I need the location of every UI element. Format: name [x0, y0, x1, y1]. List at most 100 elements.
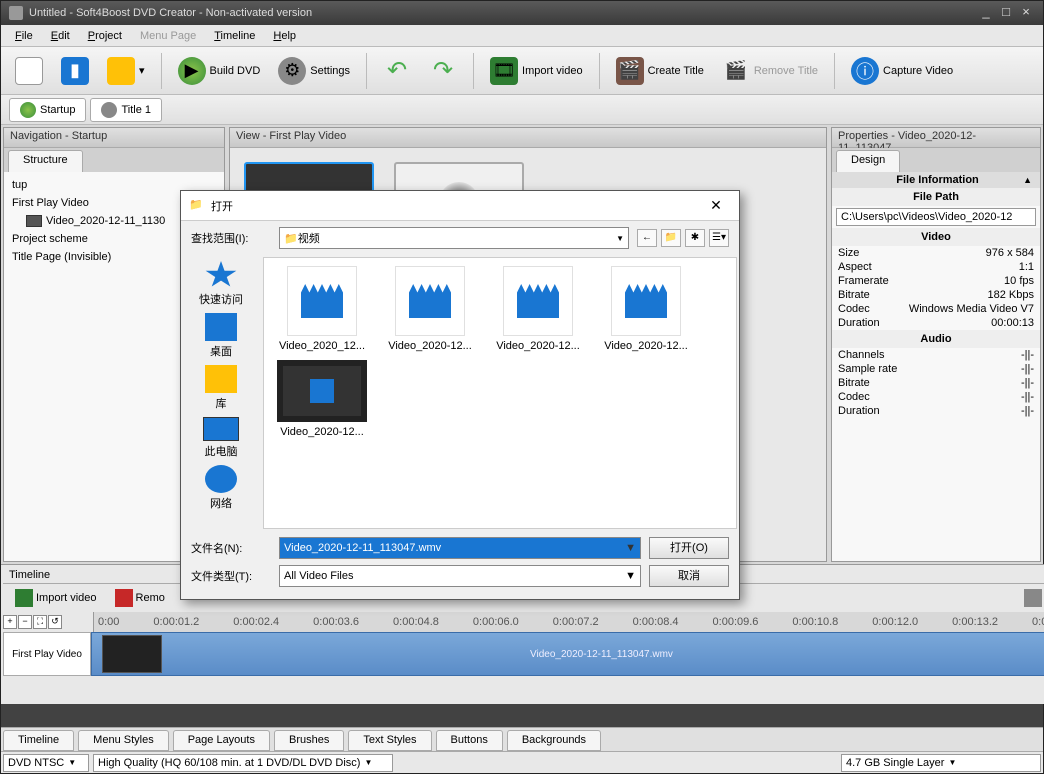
prop-aspect: 1:1 [1019, 261, 1034, 273]
app-icon [9, 6, 23, 20]
sidebar-network[interactable]: 网络 [186, 463, 256, 513]
nav-view-button[interactable]: ☰▾ [709, 229, 729, 247]
btab-menu-styles[interactable]: Menu Styles [78, 730, 169, 751]
zoom-out-button[interactable]: − [18, 615, 32, 629]
file-list[interactable]: Video_2020_12... Video_2020-12... Video_… [263, 257, 737, 529]
folder-icon [205, 365, 237, 393]
tl-import-button[interactable]: Import video [9, 587, 103, 609]
power-icon [20, 102, 36, 118]
file-item[interactable]: Video_2020-12... [380, 266, 480, 352]
open-icon [107, 57, 135, 85]
menu-edit[interactable]: Edit [43, 28, 78, 44]
btab-backgrounds[interactable]: Backgrounds [507, 730, 601, 751]
track-label[interactable]: First Play Video [3, 632, 91, 676]
bottom-tabs: Timeline Menu Styles Page Layouts Brushe… [1, 727, 1043, 751]
props-header: Properties - Video_2020-12-11_113047.... [832, 128, 1040, 148]
dialog-close-button[interactable]: ✕ [701, 197, 731, 214]
quality-combo[interactable]: High Quality (HQ 60/108 min. at 1 DVD/DL… [93, 754, 393, 772]
menu-timeline[interactable]: Timeline [206, 28, 263, 44]
dialog-open-button[interactable]: 打开(O) [649, 537, 729, 559]
capacity-combo[interactable]: 4.7 GB Single Layer▼ [841, 754, 1041, 772]
sidebar-quick-access[interactable]: 快速访问 [186, 259, 256, 309]
zoom-fit-button[interactable]: ⛶ [33, 615, 47, 629]
format-combo[interactable]: DVD NTSC▼ [3, 754, 89, 772]
nav-new-folder-button[interactable]: ✱ [685, 229, 705, 247]
minimize-button[interactable]: _ [977, 6, 995, 20]
prop-bitrate: 182 Kbps [988, 289, 1034, 301]
prop-duration: 00:00:13 [991, 317, 1034, 329]
settings-button[interactable]: ⚙Settings [272, 53, 356, 89]
titlebar: Untitled - Soft4Boost DVD Creator - Non-… [1, 1, 1043, 25]
file-item[interactable]: Video_2020-12... [488, 266, 588, 352]
capture-video-button[interactable]: ⓘCapture Video [845, 53, 959, 89]
filename-input[interactable]: Video_2020-12-11_113047.wmv▼ [279, 537, 641, 559]
menu-project[interactable]: Project [80, 28, 130, 44]
file-item[interactable]: Video_2020_12... [272, 266, 372, 352]
timeline-track[interactable]: Video_2020-12-11_113047.wmv [91, 632, 1044, 676]
nav-up-button[interactable]: 📁 [661, 229, 681, 247]
file-info-section[interactable]: File Information▲ [832, 172, 1040, 188]
video-file-icon [611, 266, 681, 336]
new-icon [15, 57, 43, 85]
remove-title-button: 🎬Remove Title [716, 53, 824, 89]
remove-title-icon: 🎬 [722, 57, 750, 85]
timeline-zoom: + − ⛶ ↺ [3, 612, 93, 632]
import-icon: 🎞 [490, 57, 518, 85]
tab-title1[interactable]: Title 1 [90, 98, 162, 122]
open-button[interactable]: ▾ [101, 53, 151, 89]
prop-framerate: 10 fps [1004, 275, 1034, 287]
title-tab-icon [101, 102, 117, 118]
zoom-in-button[interactable]: + [3, 615, 17, 629]
video-file-icon [503, 266, 573, 336]
menubar: File Edit Project Menu Page Timeline Hel… [1, 25, 1043, 47]
dialog-cancel-button[interactable]: 取消 [649, 565, 729, 587]
import-video-button[interactable]: 🎞Import video [484, 53, 589, 89]
create-title-button[interactable]: 🎬Create Title [610, 53, 710, 89]
tl-remove-button[interactable]: Remo [109, 587, 171, 609]
sidebar-libraries[interactable]: 库 [186, 363, 256, 413]
look-in-combo[interactable]: 📁 视频▼ [279, 227, 629, 249]
menu-menu-page: Menu Page [132, 28, 204, 44]
timeline-clip[interactable] [102, 635, 162, 673]
btab-buttons[interactable]: Buttons [436, 730, 503, 751]
desktop-icon [205, 313, 237, 341]
redo-button[interactable]: ↷ [423, 53, 463, 89]
file-path-value[interactable]: C:\Users\pc\Videos\Video_2020-12 [836, 208, 1036, 226]
undo-button[interactable]: ↶ [377, 53, 417, 89]
dialog-sidebar: 快速访问 桌面 库 此电脑 网络 [181, 255, 261, 531]
menu-file[interactable]: File [7, 28, 41, 44]
btab-page-layouts[interactable]: Page Layouts [173, 730, 270, 751]
file-item[interactable]: Video_2020-12... [272, 360, 372, 438]
import-icon [15, 589, 33, 607]
tl-chapters-button: Chapters S [1018, 587, 1044, 609]
save-button[interactable]: ▮ [55, 53, 95, 89]
filename-label: 文件名(N): [191, 540, 271, 556]
file-item[interactable]: Video_2020-12... [596, 266, 696, 352]
sidebar-desktop[interactable]: 桌面 [186, 311, 256, 361]
undo-icon: ↶ [383, 57, 411, 85]
chapters-icon [1024, 589, 1042, 607]
video-thumb-icon [277, 360, 367, 422]
chevron-up-icon: ▲ [1023, 175, 1032, 185]
close-button[interactable]: × [1017, 6, 1035, 20]
zoom-reset-button[interactable]: ↺ [48, 615, 62, 629]
btab-brushes[interactable]: Brushes [274, 730, 344, 751]
sidebar-this-pc[interactable]: 此电脑 [186, 415, 256, 461]
nav-back-button[interactable]: ← [637, 229, 657, 247]
statusbar: DVD NTSC▼ High Quality (HQ 60/108 min. a… [1, 751, 1043, 773]
nav-tab-structure[interactable]: Structure [8, 150, 83, 172]
new-button[interactable] [9, 53, 49, 89]
tab-startup[interactable]: Startup [9, 98, 86, 122]
maximize-button[interactable]: □ [997, 6, 1015, 20]
capture-icon: ⓘ [851, 57, 879, 85]
props-tab-design[interactable]: Design [836, 150, 900, 172]
build-dvd-button[interactable]: ▶Build DVD [172, 53, 267, 89]
btab-timeline[interactable]: Timeline [3, 730, 74, 751]
file-path-label: File Path [832, 188, 1040, 206]
filetype-combo[interactable]: All Video Files▼ [279, 565, 641, 587]
menu-help[interactable]: Help [265, 28, 304, 44]
redo-icon: ↷ [429, 57, 457, 85]
clip-name: Video_2020-12-11_113047.wmv [530, 649, 673, 660]
timeline-ruler[interactable]: 0:000:00:01.20:00:02.40:00:03.60:00:04.8… [93, 612, 1044, 632]
btab-text-styles[interactable]: Text Styles [348, 730, 431, 751]
